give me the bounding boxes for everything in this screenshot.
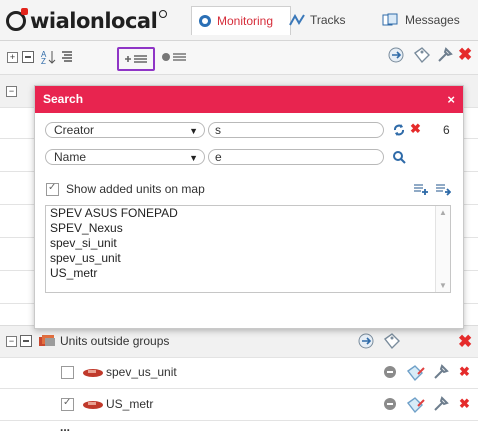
dropdown-arrow-icon: ▼ bbox=[189, 153, 198, 163]
monitoring-icon bbox=[199, 15, 211, 27]
tag-edit-icon[interactable] bbox=[405, 362, 427, 382]
dropdown-arrow-icon: ▼ bbox=[189, 126, 198, 136]
add-units-button[interactable] bbox=[117, 47, 155, 71]
sort-az-button[interactable]: AZ bbox=[40, 49, 56, 65]
delete-unit-icon[interactable]: ✖ bbox=[459, 364, 470, 380]
filter-property-select-1[interactable]: Creator ▼ bbox=[45, 122, 205, 138]
filter-property-select-2[interactable]: Name ▼ bbox=[45, 149, 205, 165]
filter-value-text: s bbox=[215, 123, 221, 137]
group-name: Units outside groups bbox=[60, 334, 170, 348]
filter-value-text: e bbox=[215, 150, 222, 164]
search-dialog-title: Search bbox=[43, 92, 84, 106]
search-results-list[interactable]: SPEV ASUS FONEPAD SPEV_Nexus spev_si_uni… bbox=[45, 205, 451, 293]
add-to-list-icon[interactable] bbox=[413, 182, 429, 196]
unit-checkbox[interactable] bbox=[61, 397, 74, 411]
tab-tracks[interactable]: Tracks bbox=[283, 6, 352, 34]
add-list-icon bbox=[125, 55, 147, 63]
close-icon[interactable]: × bbox=[447, 86, 455, 113]
toggle-list-icon bbox=[162, 53, 186, 61]
wialon-logo[interactable]: wialonlocal bbox=[6, 8, 168, 34]
list-view-button[interactable] bbox=[60, 49, 74, 65]
edit-group-button[interactable] bbox=[412, 47, 432, 64]
tab-label: Tracks bbox=[310, 13, 346, 27]
unit-name: US_metr bbox=[106, 397, 154, 411]
remove-circle-icon[interactable] bbox=[384, 366, 396, 378]
commands-button[interactable] bbox=[386, 47, 406, 63]
result-item[interactable]: spev_us_unit bbox=[46, 251, 450, 266]
command-gear-icon bbox=[388, 47, 404, 63]
result-item[interactable]: spev_si_unit bbox=[46, 236, 450, 251]
tab-monitoring[interactable]: Monitoring bbox=[191, 6, 291, 35]
delete-button[interactable]: ✖ bbox=[458, 45, 473, 64]
tag-icon[interactable] bbox=[382, 331, 402, 351]
logo-mark-icon bbox=[6, 8, 28, 31]
svg-text:Z: Z bbox=[41, 57, 46, 65]
tab-messages[interactable]: Messages bbox=[376, 6, 466, 34]
scroll-down-icon[interactable]: ▼ bbox=[439, 281, 447, 290]
remove-circle-icon[interactable] bbox=[384, 398, 396, 410]
search-dialog-header: Search × bbox=[35, 86, 463, 113]
wrench-icon[interactable] bbox=[432, 395, 450, 413]
show-on-map-label: Show added units on map bbox=[66, 182, 205, 196]
top-bar: wialonlocal Monitoring Tracks Messages bbox=[0, 0, 478, 41]
wrench-icon bbox=[438, 47, 453, 62]
car-icon bbox=[83, 401, 103, 409]
filter-value-input-1[interactable]: s bbox=[208, 122, 384, 138]
grid-icon bbox=[22, 51, 34, 63]
filter-property-value: Name bbox=[54, 150, 87, 164]
search-magnifier-icon[interactable] bbox=[392, 150, 406, 164]
delete-group-icon[interactable]: ✖ bbox=[458, 332, 472, 352]
tracks-icon bbox=[289, 14, 305, 26]
add-all-icon[interactable] bbox=[435, 182, 451, 196]
result-item[interactable]: SPEV ASUS FONEPAD bbox=[46, 206, 450, 221]
result-item[interactable]: US_metr bbox=[46, 266, 450, 281]
tab-label: Monitoring bbox=[217, 14, 274, 28]
delete-x-icon: ✖ bbox=[458, 45, 473, 64]
plus-square-icon: + bbox=[7, 51, 18, 63]
unit-checkbox[interactable] bbox=[61, 366, 74, 379]
filter-property-value: Creator bbox=[54, 123, 95, 137]
collapse-all-button[interactable] bbox=[22, 49, 34, 65]
result-count: 6 bbox=[443, 123, 450, 137]
sort-az-icon: AZ bbox=[41, 50, 56, 65]
command-gear-icon[interactable] bbox=[356, 331, 376, 351]
unit-row[interactable]: spev_us_unit ✖ bbox=[0, 357, 478, 389]
filter-value-input-2[interactable]: e bbox=[208, 149, 384, 165]
tag-edit-icon[interactable] bbox=[405, 394, 427, 414]
collapse-square-icon[interactable]: − bbox=[6, 86, 17, 97]
messages-icon bbox=[382, 13, 398, 26]
car-icon bbox=[83, 369, 103, 377]
more-ellipsis[interactable]: ... bbox=[60, 420, 70, 434]
units-stack-icon bbox=[39, 335, 55, 346]
result-item[interactable]: SPEV_Nexus bbox=[46, 221, 450, 236]
delete-unit-icon[interactable]: ✖ bbox=[459, 396, 470, 412]
show-on-map-checkbox[interactable] bbox=[46, 182, 59, 196]
results-scrollbar[interactable]: ▲ ▼ bbox=[435, 206, 450, 292]
list-toolbar: + AZ ✖ bbox=[0, 41, 478, 75]
unit-row[interactable]: US_metr ✖ bbox=[0, 389, 478, 421]
logo-superscript-icon bbox=[159, 10, 168, 18]
list-lines-icon bbox=[62, 51, 72, 62]
tab-label: Messages bbox=[405, 13, 460, 27]
wrench-icon[interactable] bbox=[432, 363, 450, 381]
scroll-up-icon[interactable]: ▲ bbox=[439, 208, 447, 217]
remove-units-button[interactable] bbox=[161, 49, 187, 65]
search-dialog: Search × Creator ▼ s ✖ 6 Name ▼ e Show a… bbox=[34, 85, 464, 329]
tag-icon bbox=[413, 47, 430, 64]
logo-text: wialonlocal bbox=[30, 9, 158, 33]
expand-all-button[interactable]: + bbox=[7, 49, 18, 65]
clear-filter-icon[interactable]: ✖ bbox=[410, 121, 421, 137]
properties-button[interactable] bbox=[436, 47, 454, 63]
group-row-outside[interactable]: − Units outside groups ✖ bbox=[0, 325, 478, 358]
refresh-icon[interactable] bbox=[392, 123, 406, 137]
collapse-square-icon[interactable]: − bbox=[6, 336, 17, 347]
unit-name: spev_us_unit bbox=[106, 365, 177, 379]
group-select-checkbox[interactable] bbox=[20, 335, 32, 347]
